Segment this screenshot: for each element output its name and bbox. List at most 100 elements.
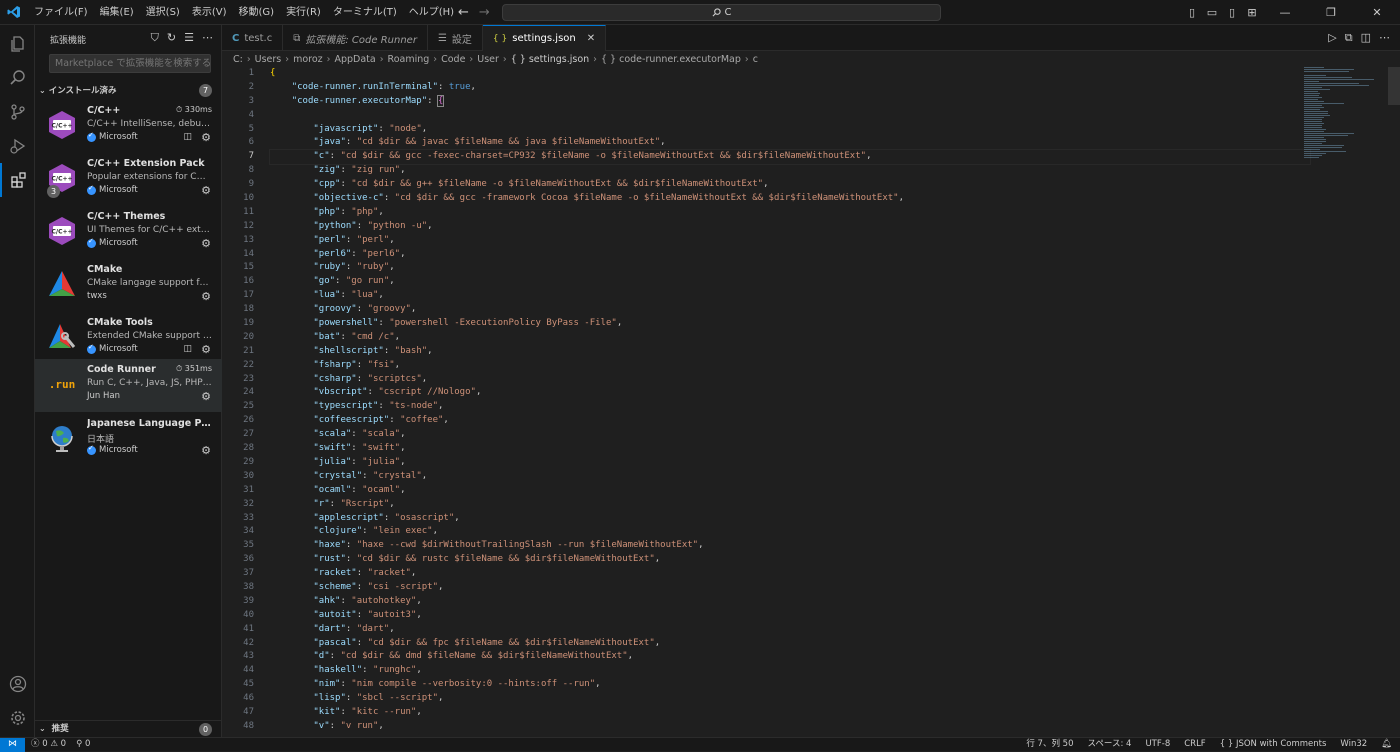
encoding[interactable]: UTF-8	[1145, 738, 1170, 751]
cursor-position[interactable]: 行 7、列 50	[1026, 738, 1073, 751]
ports-status[interactable]: ⚲ 0	[76, 738, 90, 751]
json-string-value: "php"	[351, 206, 379, 217]
code-editor[interactable]: 1 2 3 4 5 6 7 8 9 10 11 12 13 14 15 16 17 18 19 20 21 22 23 24 2…	[222, 67, 1400, 737]
extensions-icon[interactable]	[0, 163, 35, 197]
search-activity-icon[interactable]	[0, 61, 35, 95]
refresh-icon[interactable]: ↻	[167, 31, 176, 45]
extension-item-cpp-themes[interactable]: C/C++ C/C++ Themes UI Themes for C/C++ e…	[35, 206, 222, 258]
line-number: 3	[248, 95, 254, 106]
command-center-search[interactable]: C	[502, 4, 941, 21]
manage-gear-icon[interactable]: ⚙	[201, 131, 211, 144]
breadcrumb-item[interactable]: { } code-runner.executorMap	[601, 54, 741, 65]
more-actions-icon[interactable]: ⋯	[202, 31, 213, 45]
menu-help[interactable]: ヘルプ(H)	[403, 0, 460, 25]
close-window-button[interactable]: ✕	[1354, 6, 1400, 19]
json-key: "zig"	[313, 165, 341, 176]
menu-selection[interactable]: 選択(S)	[140, 0, 186, 25]
open-settings-ui-icon[interactable]: ⧉	[1345, 31, 1353, 45]
manage-gear-icon[interactable]: ⚙	[201, 184, 211, 197]
menu-terminal[interactable]: ターミナル(T)	[327, 0, 403, 25]
breadcrumb-item[interactable]: Users	[255, 54, 282, 65]
close-tab-icon[interactable]: ✕	[587, 33, 595, 44]
extension-item-cpp-pack[interactable]: C/C++ 3 C/C++ Extension Pack Popular ext…	[35, 153, 222, 205]
forward-arrow-icon[interactable]: →	[479, 5, 490, 20]
run-code-icon[interactable]: ▷	[1328, 31, 1336, 45]
extension-item-code-runner[interactable]: .run Code Runner ⏱ 351ms Run C, C++, Jav…	[35, 359, 222, 412]
menu-view[interactable]: 表示(V)	[186, 0, 233, 25]
end-of-line[interactable]: CRLF	[1184, 738, 1205, 751]
code-line: "ruby": "ruby",	[313, 262, 395, 273]
toggle-secondary-sidebar-icon[interactable]: ▯	[1222, 6, 1242, 19]
extension-name: C/C++ Extension Pack	[87, 158, 205, 169]
tab-test-c[interactable]: C test.c	[222, 25, 284, 51]
chevron-right-icon: ›	[502, 53, 507, 65]
menu-file[interactable]: ファイル(F)	[28, 0, 94, 25]
platform[interactable]: Win32	[1340, 738, 1367, 751]
run-debug-icon[interactable]	[0, 129, 35, 163]
breadcrumb-item[interactable]: User	[477, 54, 499, 65]
breadcrumb-item[interactable]: Roaming	[388, 54, 430, 65]
json-key: "d"	[313, 651, 330, 662]
explorer-icon[interactable]	[0, 27, 35, 61]
restore-button[interactable]: ❐	[1308, 6, 1354, 19]
remote-indicator-icon[interactable]: ⋈	[0, 738, 25, 752]
extension-item-cmake[interactable]: CMake CMake langage support for ... twxs…	[35, 259, 222, 311]
manage-gear-icon[interactable]: ⚙	[201, 390, 211, 403]
breadcrumb-item[interactable]: AppData	[334, 54, 375, 65]
toggle-panel-icon[interactable]: ▭	[1202, 6, 1222, 19]
installed-section-header[interactable]: ⌄ インストール済み 7	[35, 82, 222, 98]
split-icon[interactable]: ◫	[183, 344, 192, 354]
customize-layout-icon[interactable]: ⊞	[1242, 6, 1262, 19]
breadcrumb-item[interactable]: moroz	[293, 54, 323, 65]
indentation[interactable]: スペース: 4	[1087, 738, 1131, 751]
split-icon[interactable]: ◫	[183, 132, 192, 142]
command-center-text: C	[724, 7, 732, 18]
editor-scrollbar[interactable]	[1388, 67, 1400, 105]
manage-gear-icon[interactable]: ⚙	[201, 237, 211, 250]
account-icon[interactable]	[0, 667, 35, 701]
extension-item-cmake-tools[interactable]: CMake Tools Extended CMake support in ..…	[35, 312, 222, 364]
menu-run[interactable]: 実行(R)	[280, 0, 327, 25]
breadcrumb-item[interactable]: { } settings.json	[511, 54, 589, 65]
settings-gear-icon[interactable]	[0, 701, 35, 735]
minimap-line	[1304, 77, 1352, 78]
json-key: "pascal"	[313, 637, 357, 648]
clear-icon[interactable]: ☰	[184, 31, 194, 45]
extension-item-japanese-pack[interactable]: Japanese Language Pack f... 日本語 Microsof…	[35, 413, 222, 465]
extension-search-input[interactable]	[49, 54, 211, 73]
extension-item-cpp[interactable]: C/C++ C/C++ ⏱ 330ms C/C++ IntelliSense, …	[35, 100, 222, 152]
code-area[interactable]: { "code-runner.runInTerminal": true, "co…	[269, 67, 1311, 734]
split-editor-icon[interactable]: ◫	[1361, 31, 1371, 45]
more-actions-icon[interactable]: ⋯	[1379, 31, 1390, 45]
manage-gear-icon[interactable]: ⚙	[201, 290, 211, 303]
language-mode[interactable]: { } JSON with Comments	[1220, 738, 1327, 751]
minimize-button[interactable]: —	[1262, 6, 1308, 19]
json-string-value: "racket"	[367, 568, 411, 579]
menu-edit[interactable]: 編集(E)	[94, 0, 140, 25]
tab-settings-json[interactable]: { } settings.json ✕	[482, 25, 607, 51]
minimap-line	[1304, 105, 1322, 106]
menu-go[interactable]: 移動(G)	[233, 0, 281, 25]
back-arrow-icon[interactable]: ←	[458, 5, 469, 20]
json-key: "c"	[313, 151, 330, 162]
breadcrumb-item[interactable]: c	[753, 54, 758, 65]
breadcrumb-item[interactable]: Code	[441, 54, 465, 65]
line-number: 15	[243, 262, 254, 273]
vscode-logo-icon[interactable]	[0, 0, 28, 25]
notifications-bell-icon[interactable]: 🔔︎	[1381, 738, 1392, 751]
code-line: "nim": "nim compile --verbosity:0 --hint…	[313, 679, 601, 690]
manage-gear-icon[interactable]: ⚙	[201, 444, 211, 457]
tab-settings[interactable]: ☰ 設定	[428, 25, 483, 51]
toggle-sidebar-icon[interactable]: ▯	[1182, 6, 1202, 19]
tab-extension-code-runner[interactable]: ⧉ 拡張機能: Code Runner	[283, 25, 428, 51]
source-control-icon[interactable]	[0, 95, 35, 129]
recommended-section-header[interactable]: ⌄ 推奨 0	[35, 720, 222, 736]
json-key: "javascript"	[313, 123, 379, 134]
filter-icon[interactable]: ⛉	[151, 31, 159, 45]
breadcrumb-item[interactable]: C:	[233, 54, 243, 65]
json-key: "cpp"	[313, 179, 341, 190]
manage-gear-icon[interactable]: ⚙	[201, 343, 211, 356]
problems-status[interactable]: ⓧ 0 ⚠ 0	[31, 738, 66, 751]
minimap[interactable]	[1304, 67, 1386, 158]
json-string-value: "cd $dir && rustc $fileName && $dir$file…	[356, 554, 655, 565]
